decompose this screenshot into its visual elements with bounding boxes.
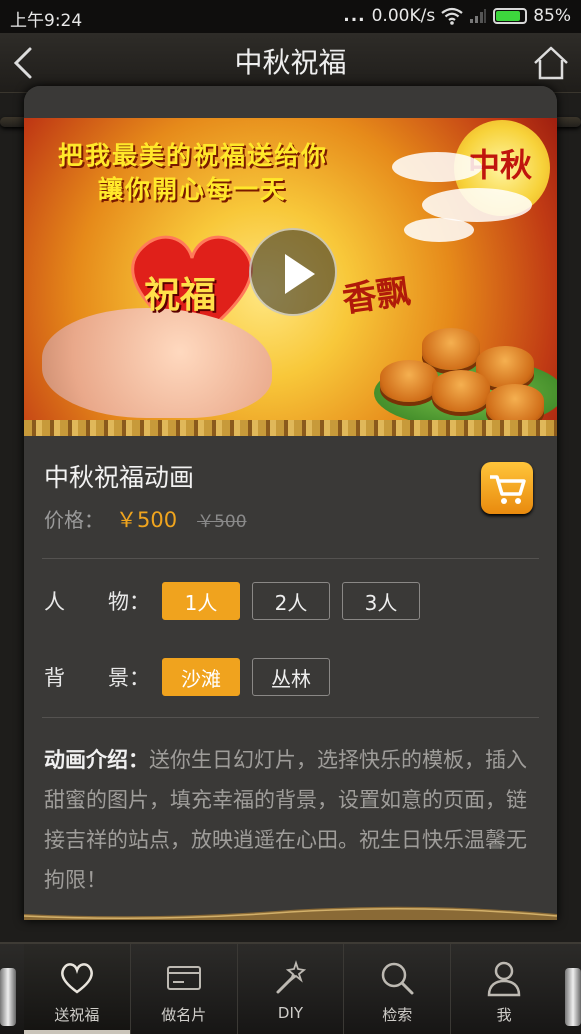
status-right: ... 0.00K/s 85% bbox=[343, 6, 571, 26]
character-option-row: 人 物： 1人 2人 3人 bbox=[24, 581, 557, 621]
banner-line1: 把我最美的祝福送给你 bbox=[58, 141, 329, 170]
original-price: ￥500 bbox=[197, 512, 247, 532]
price-row: 价格： ￥500 ￥500 bbox=[44, 504, 537, 534]
background-option-row: 背 景： 沙滩 丛林 bbox=[24, 657, 557, 697]
cart-icon bbox=[490, 475, 526, 504]
heart-icon bbox=[61, 963, 93, 994]
description-heading: 动画介绍： bbox=[44, 748, 149, 772]
card-top-edge bbox=[24, 86, 557, 118]
signal-dots: ... bbox=[343, 6, 366, 26]
tab-make-card[interactable]: 做名片 bbox=[131, 944, 238, 1034]
product-info: 中秋祝福动画 价格： ￥500 ￥500 bbox=[24, 436, 557, 534]
status-bar: 上午9:24 ... 0.00K/s 85% bbox=[0, 0, 581, 33]
battery-icon bbox=[493, 8, 528, 24]
character-option-3[interactable]: 3人 bbox=[342, 582, 420, 620]
status-time: 上午9:24 bbox=[10, 11, 83, 31]
app-screen: 上午9:24 ... 0.00K/s 85% 中秋祝福 把我最美的祝福送给你 讓… bbox=[0, 0, 581, 1034]
add-to-cart-button[interactable] bbox=[481, 462, 533, 514]
card-bottom-wave bbox=[24, 906, 557, 920]
wifi-icon bbox=[441, 7, 463, 25]
tab-search[interactable]: 检索 bbox=[344, 944, 452, 1034]
description: 动画介绍：送你生日幻灯片，选择快乐的模板，插入甜蜜的图片，填充幸福的背景，设置如… bbox=[24, 718, 557, 900]
play-button[interactable] bbox=[249, 228, 337, 316]
tab-me[interactable]: 我 bbox=[451, 944, 557, 1034]
cloud-image bbox=[404, 218, 474, 242]
divider bbox=[42, 558, 539, 559]
bottom-tab-bar: 送祝福 做名片 DIY 检索 我 bbox=[0, 942, 581, 1034]
tabbar-left-knob bbox=[0, 968, 16, 1026]
product-name: 中秋祝福动画 bbox=[44, 463, 195, 492]
user-icon bbox=[487, 961, 521, 997]
home-icon[interactable] bbox=[531, 43, 571, 83]
banner-border bbox=[24, 420, 557, 436]
tab-send-wishes[interactable]: 送祝福 bbox=[24, 944, 131, 1034]
cloud-image bbox=[392, 152, 482, 182]
cell-signal-icon bbox=[470, 9, 487, 23]
background-option-jungle[interactable]: 丛林 bbox=[252, 658, 330, 696]
card-icon bbox=[166, 966, 201, 990]
mooncake-image bbox=[380, 360, 438, 402]
character-option-1[interactable]: 1人 bbox=[162, 582, 240, 620]
tabbar-right-knob bbox=[565, 968, 581, 1026]
product-card: 把我最美的祝福送给你 讓你開心每一天 中秋 祝福 香飘 中秋祝福动画 价格： ￥… bbox=[24, 86, 557, 920]
cloud-image bbox=[422, 188, 532, 222]
price-label: 价格： bbox=[44, 508, 104, 532]
background-option-beach[interactable]: 沙滩 bbox=[162, 658, 240, 696]
character-label: 人 物： bbox=[44, 590, 150, 614]
banner-line2: 讓你開心每一天 bbox=[98, 175, 288, 204]
title-bar: 中秋祝福 bbox=[0, 33, 581, 127]
network-speed: 0.00K/s bbox=[371, 6, 436, 26]
search-icon bbox=[382, 962, 414, 995]
tabs: 送祝福 做名片 DIY 检索 我 bbox=[24, 944, 557, 1034]
page-title: 中秋祝福 bbox=[234, 46, 347, 79]
background-label: 背 景： bbox=[44, 666, 150, 690]
calligraphy-text: 香飘 bbox=[340, 271, 413, 321]
mooncake-image bbox=[432, 370, 490, 412]
heart-text: 祝福 bbox=[144, 274, 217, 316]
magic-wand-icon bbox=[276, 960, 307, 994]
mooncake-image bbox=[422, 328, 480, 370]
battery-percent: 85% bbox=[533, 6, 571, 26]
price-value: ￥500 bbox=[116, 508, 178, 532]
tab-diy[interactable]: DIY bbox=[238, 944, 345, 1034]
character-option-2[interactable]: 2人 bbox=[252, 582, 330, 620]
video-banner[interactable]: 把我最美的祝福送给你 讓你開心每一天 中秋 祝福 香飘 bbox=[24, 118, 557, 436]
